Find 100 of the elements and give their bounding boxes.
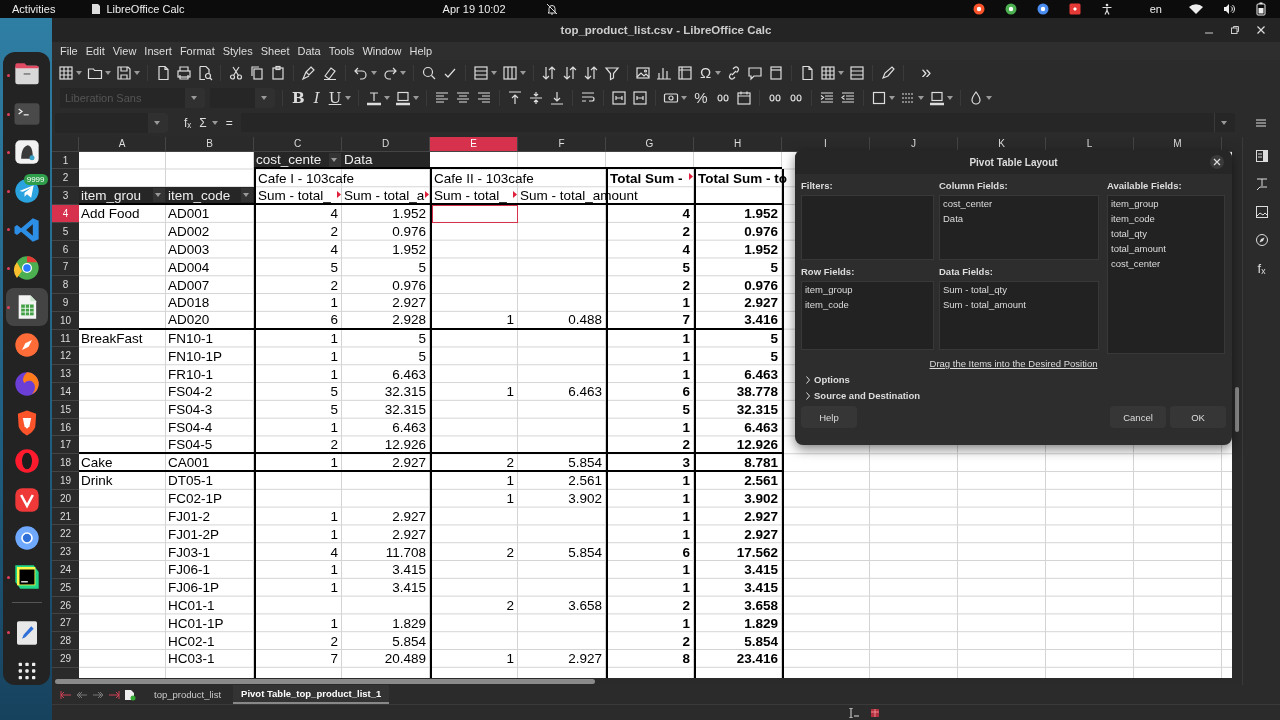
wifi-icon[interactable] — [1189, 3, 1203, 15]
caret-icon[interactable] — [260, 95, 267, 100]
column-header[interactable]: M — [1134, 137, 1222, 152]
row-header[interactable]: 29 — [52, 650, 79, 668]
dropdown-button[interactable] — [185, 87, 205, 108]
row-header[interactable]: 2 — [52, 169, 79, 188]
gallery-icon[interactable] — [1254, 205, 1269, 219]
scrollbar-thumb[interactable] — [1235, 387, 1239, 432]
align-bottom-icon[interactable] — [549, 89, 566, 106]
table-icon[interactable] — [820, 64, 837, 81]
column-header[interactable]: K — [958, 137, 1046, 152]
properties-icon[interactable] — [1254, 149, 1269, 163]
menu-item[interactable]: Sheet — [256, 45, 294, 57]
field-item[interactable]: item_code — [805, 299, 849, 310]
calendar-icon[interactable] — [735, 89, 752, 106]
print-preview-icon[interactable] — [197, 64, 213, 81]
row-header[interactable]: 8 — [52, 276, 79, 295]
row-header[interactable]: 27 — [52, 614, 79, 633]
previous-sheet-icon[interactable] — [76, 690, 88, 699]
formula-input[interactable] — [240, 113, 1235, 132]
caret-icon[interactable] — [520, 70, 526, 75]
navigator-icon[interactable] — [1254, 233, 1269, 247]
column-header[interactable]: C — [254, 137, 342, 152]
field-item[interactable]: Sum - total_qty — [943, 284, 1007, 295]
menu-item[interactable]: File — [56, 45, 82, 57]
column-header[interactable]: H — [694, 137, 782, 152]
function-wizard-button[interactable]: fₓ — [184, 115, 192, 130]
last-sheet-icon[interactable] — [108, 690, 120, 699]
accessibility-icon[interactable] — [1100, 3, 1113, 15]
align-left-icon[interactable] — [434, 89, 451, 106]
row-header[interactable]: 9 — [52, 294, 79, 312]
italic-button[interactable]: I — [311, 88, 322, 107]
caret-icon[interactable] — [413, 95, 420, 100]
pen-icon[interactable] — [880, 64, 897, 81]
more-tools-button[interactable]: » — [919, 62, 934, 83]
caret-icon[interactable] — [242, 193, 249, 198]
field-item[interactable]: cost_center — [943, 198, 993, 209]
row-header[interactable]: 23 — [52, 543, 79, 561]
field-button[interactable]: item_code — [166, 187, 254, 206]
header-footer-icon[interactable] — [768, 64, 785, 81]
table-icon[interactable] — [58, 64, 74, 81]
comment-icon[interactable] — [747, 64, 764, 81]
sort-icon[interactable] — [541, 64, 557, 81]
caret-icon[interactable] — [1220, 120, 1227, 125]
sort-icon[interactable] — [583, 64, 599, 81]
add-sheet-icon[interactable] — [124, 688, 136, 701]
caret-icon[interactable] — [134, 70, 140, 75]
row-header[interactable]: 18 — [52, 454, 79, 473]
column-header[interactable]: A — [79, 137, 166, 152]
caret-icon[interactable] — [917, 95, 924, 100]
field-item[interactable]: cost_center — [1111, 258, 1161, 269]
text-color-icon[interactable] — [366, 89, 383, 106]
next-sheet-icon[interactable] — [92, 690, 104, 699]
caret-icon[interactable] — [211, 120, 218, 125]
caret-icon[interactable] — [154, 193, 161, 198]
app-indicator-icon[interactable] — [1004, 3, 1017, 15]
caret-icon[interactable] — [400, 70, 406, 75]
hint-link[interactable]: Drag the Items into the Desired Position — [929, 358, 1098, 369]
row-header[interactable]: 14 — [52, 383, 79, 401]
expander[interactable]: Source and Destination — [805, 390, 921, 401]
indent-icon[interactable] — [818, 89, 835, 106]
caret-icon[interactable] — [715, 70, 722, 75]
expander[interactable]: Options — [805, 374, 850, 385]
activities-button[interactable]: Activities — [12, 3, 56, 15]
cut-icon[interactable] — [228, 64, 244, 81]
restore-icon[interactable] — [1230, 25, 1240, 35]
field-item[interactable]: item_group — [805, 284, 853, 295]
column-header[interactable]: B — [166, 137, 254, 152]
export-icon[interactable] — [155, 64, 171, 81]
column-header[interactable]: D — [342, 137, 430, 152]
row-header[interactable]: 4 — [52, 205, 79, 223]
close-icon[interactable] — [1256, 25, 1266, 35]
menu-item[interactable]: Styles — [218, 45, 257, 57]
caret-icon[interactable] — [384, 95, 391, 100]
app-indicator-icon[interactable] — [972, 3, 985, 15]
clock[interactable]: Apr 19 10:02 — [442, 3, 506, 15]
functions-button[interactable]: fₓ — [1257, 261, 1266, 276]
caret-icon[interactable] — [946, 95, 953, 100]
paste-icon[interactable] — [270, 64, 286, 81]
volume-icon[interactable] — [1223, 3, 1235, 15]
menu-item[interactable]: Tools — [324, 45, 359, 57]
caret-icon[interactable] — [190, 95, 197, 100]
sum-button[interactable]: Σ — [199, 115, 207, 130]
app-menu[interactable]: LibreOffice Calc — [106, 3, 185, 15]
font-size-field[interactable] — [210, 87, 275, 108]
save-icon[interactable] — [116, 64, 132, 81]
caret-icon[interactable] — [838, 70, 845, 75]
app-indicator-icon[interactable] — [1068, 3, 1081, 15]
caret-icon[interactable] — [330, 157, 337, 162]
sheet-tab[interactable]: top_product_list — [146, 686, 230, 703]
column-header[interactable]: I — [782, 137, 870, 152]
ok-button[interactable]: OK — [1170, 406, 1226, 428]
menu-item[interactable]: Window — [358, 45, 406, 57]
border-icon[interactable] — [870, 89, 887, 106]
styles-icon[interactable] — [1254, 177, 1269, 191]
percent-button[interactable]: % — [692, 89, 710, 106]
close-button[interactable] — [1210, 155, 1224, 169]
sheet-tab[interactable]: Pivot Table_top_product_list_1 — [233, 685, 390, 704]
menu-item[interactable]: Format — [175, 45, 219, 57]
column-header[interactable]: E — [430, 137, 518, 152]
